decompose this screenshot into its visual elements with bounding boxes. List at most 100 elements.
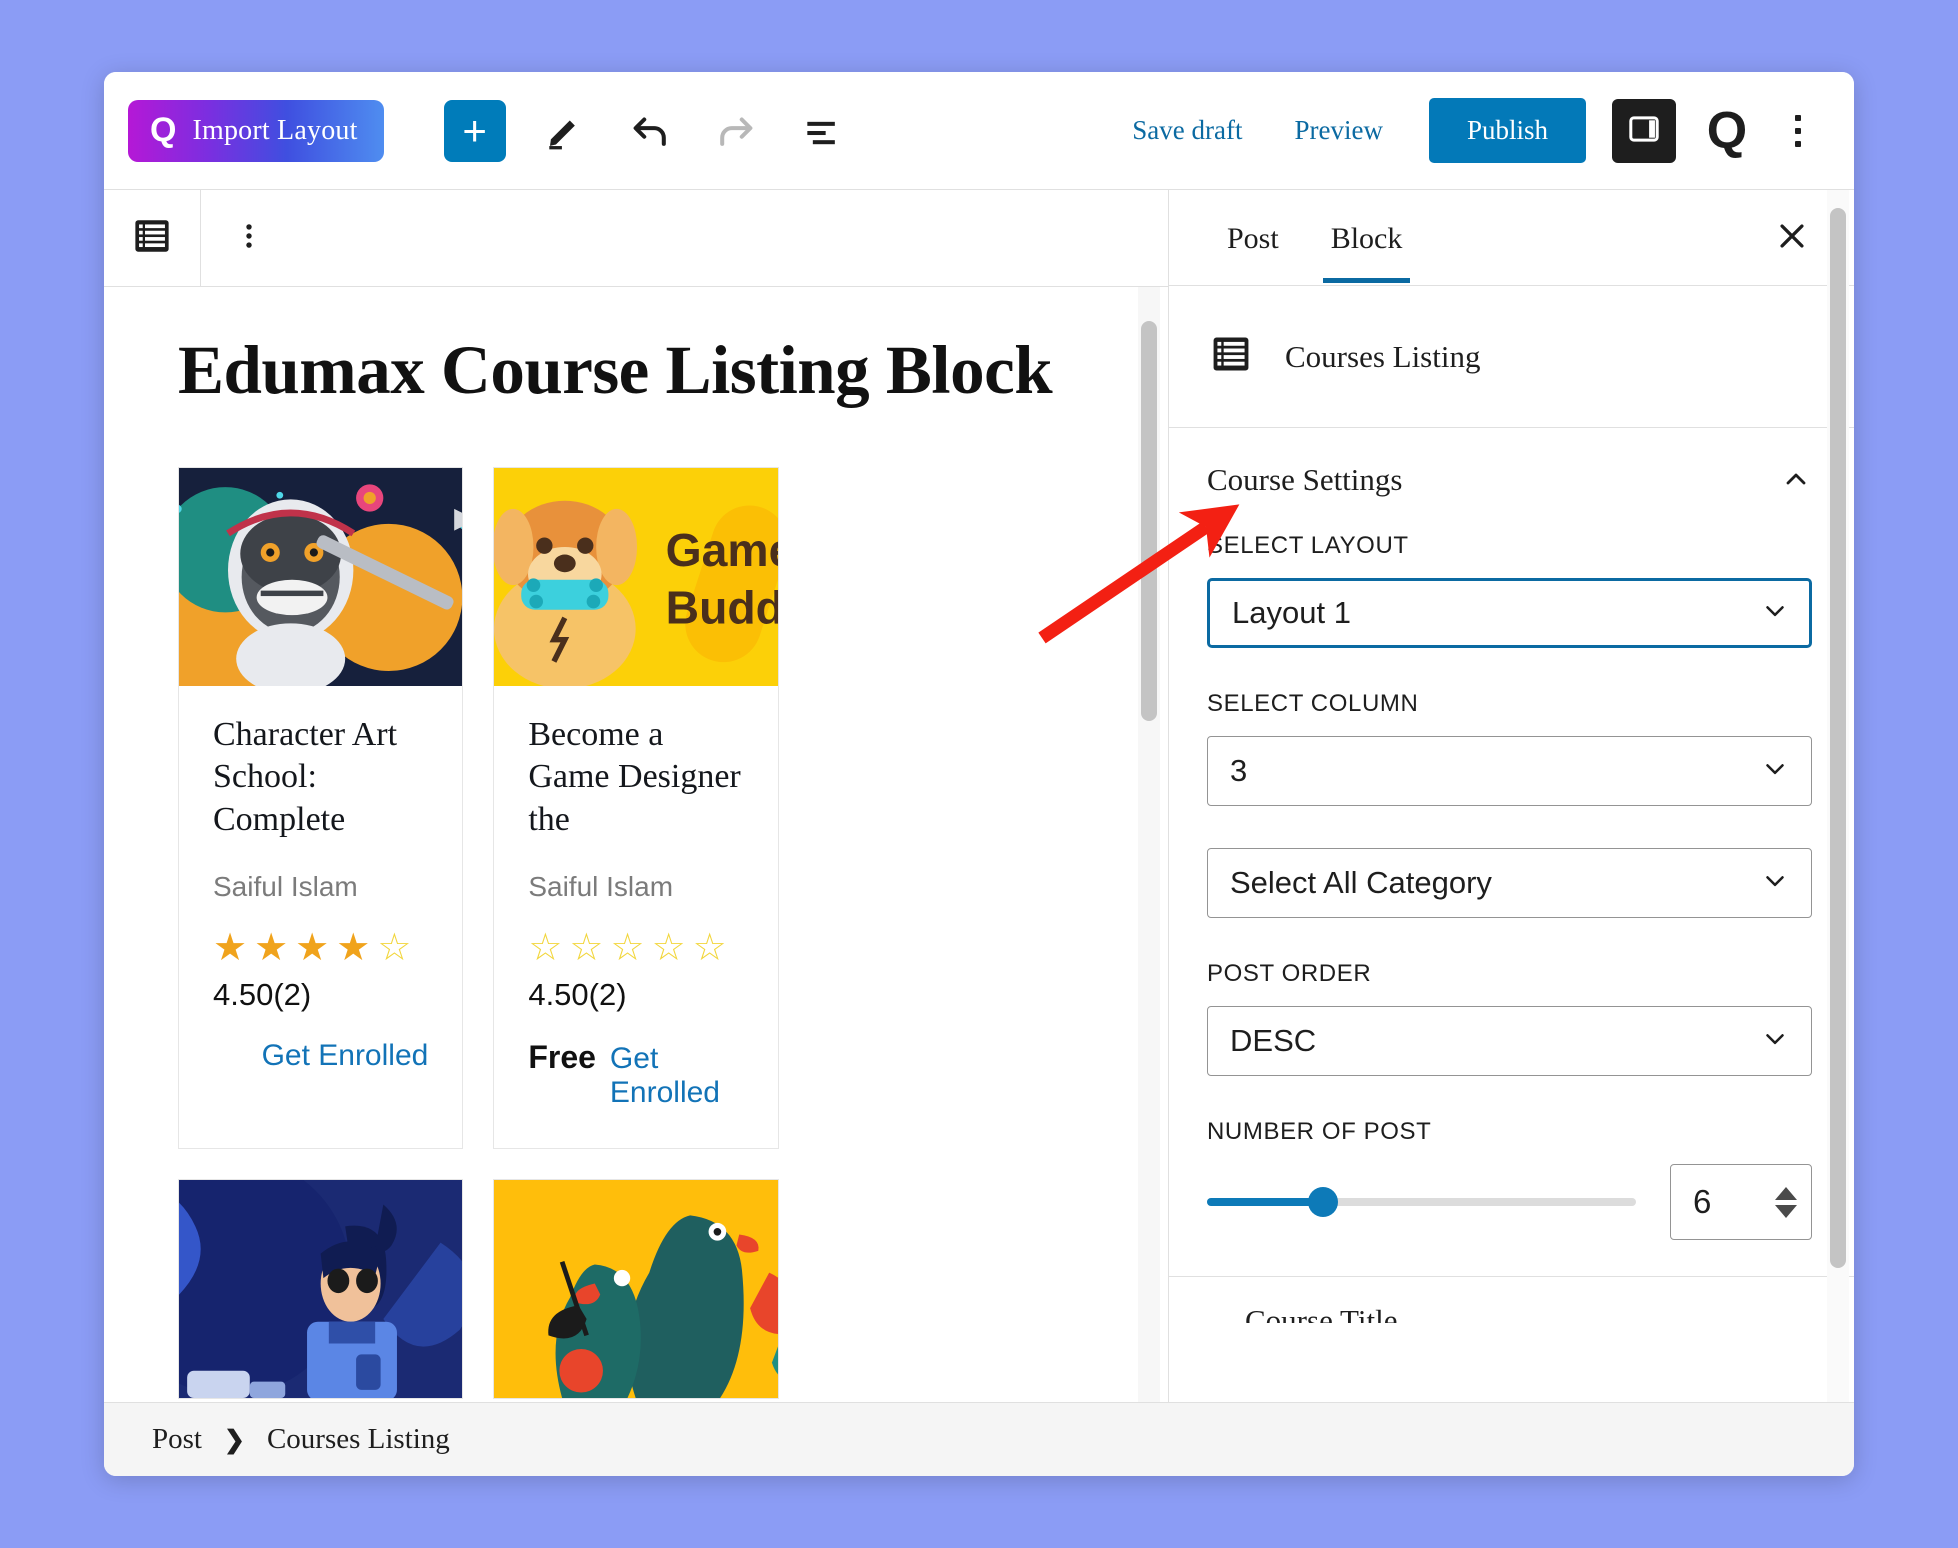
page-title[interactable]: Edumax Course Listing Block xyxy=(178,332,1094,409)
course-thumbnail-space-monkey-astronaut xyxy=(179,467,463,686)
course-enroll-row: Free Get Enrolled xyxy=(528,1039,743,1110)
number-of-post-label: NUMBER OF POST xyxy=(1207,1118,1432,1145)
close-icon xyxy=(1775,219,1809,256)
block-more-options-button[interactable] xyxy=(201,190,297,286)
stepper-up-icon[interactable] xyxy=(1775,1186,1797,1200)
redo-button[interactable] xyxy=(708,103,764,159)
number-of-post-stepper[interactable]: 6 xyxy=(1670,1164,1812,1240)
course-rating-value: 4.50(2) xyxy=(213,977,312,1013)
preview-button[interactable]: Preview xyxy=(1268,105,1408,156)
course-card[interactable] xyxy=(493,1179,779,1400)
select-column-field: 3 xyxy=(1207,736,1812,806)
sidebar-tabs: Post Block xyxy=(1169,190,1854,286)
sidebar-scrollbar-thumb[interactable] xyxy=(1830,208,1846,1268)
select-category-field: Select All Category xyxy=(1207,848,1812,918)
course-settings-panel-title: Course Settings xyxy=(1207,462,1403,497)
editor-vertical-scrollbar[interactable] xyxy=(1138,287,1160,1402)
number-of-post-control: 6 xyxy=(1207,1164,1812,1240)
star-5: ☆ xyxy=(692,927,727,970)
stepper-arrows[interactable] xyxy=(1775,1186,1811,1218)
course-thumbnail-game-buddy-dog: Game Buddy. xyxy=(494,467,778,686)
document-overview-button[interactable] xyxy=(794,103,850,159)
kebab-menu-icon xyxy=(232,219,266,258)
close-sidebar-button[interactable] xyxy=(1764,210,1820,266)
breadcrumb: Post ❯ Courses Listing xyxy=(104,1402,1854,1476)
undo-button[interactable] xyxy=(622,103,678,159)
tab-block[interactable]: Block xyxy=(1305,194,1429,283)
post-order-dropdown[interactable]: DESC xyxy=(1207,1006,1812,1076)
post-order-label: POST ORDER xyxy=(1207,960,1372,987)
number-of-post-value[interactable]: 6 xyxy=(1671,1183,1775,1221)
select-layout-field: Layout 1 xyxy=(1207,578,1812,648)
course-price: Free xyxy=(528,1039,596,1076)
post-order-field: DESC xyxy=(1207,1006,1812,1076)
course-thumbnail-night-girl-laptop xyxy=(179,1180,463,1399)
editor-canvas-column: Edumax Course Listing Block Character Ar… xyxy=(104,190,1169,1402)
star-2: ★ xyxy=(254,927,289,970)
import-layout-label: Import Layout xyxy=(192,114,358,146)
star-1: ☆ xyxy=(528,927,563,970)
editor-window: Q Import Layout + Save draft Preview Pub… xyxy=(104,72,1854,1476)
edit-mode-button[interactable] xyxy=(536,103,592,159)
publish-button[interactable]: Publish xyxy=(1428,98,1586,163)
sidebar-vertical-scrollbar[interactable] xyxy=(1827,190,1849,1402)
settings-sidebar: Post Block Courses Listing Course Settin… xyxy=(1169,190,1854,1402)
post-canvas: Edumax Course Listing Block Character Ar… xyxy=(104,287,1168,1402)
editor-tools-group: + xyxy=(443,99,850,162)
top-right-actions: Save draft Preview Publish Q xyxy=(1106,98,1826,163)
selected-block-type-button[interactable] xyxy=(104,190,201,286)
star-4: ★ xyxy=(336,927,371,970)
breadcrumb-separator-icon: ❯ xyxy=(223,1425,245,1454)
course-title[interactable]: Become a Game Designer the xyxy=(528,714,743,842)
document-overview-icon xyxy=(800,109,844,153)
kebab-menu-icon xyxy=(1795,114,1801,121)
get-enrolled-link[interactable]: Get Enrolled xyxy=(262,1039,429,1073)
more-options-button[interactable] xyxy=(1770,100,1826,162)
selected-block-name: Courses Listing xyxy=(1285,338,1481,374)
undo-arrow-icon xyxy=(627,108,673,154)
select-layout-dropdown[interactable]: Layout 1 xyxy=(1207,578,1812,648)
course-title[interactable]: Character Art School: Complete xyxy=(213,714,428,842)
star-4: ☆ xyxy=(651,927,686,970)
tab-post[interactable]: Post xyxy=(1201,194,1305,282)
courses-listing-block-icon xyxy=(1209,332,1253,381)
redo-arrow-icon xyxy=(713,108,759,154)
kebab-dot-3 xyxy=(1795,140,1801,147)
import-layout-button[interactable]: Q Import Layout xyxy=(128,99,384,162)
block-toolbar xyxy=(104,190,1168,287)
course-card[interactable]: Game Buddy. Become a Game Designer the S… xyxy=(493,466,779,1150)
pencil-icon xyxy=(543,110,585,152)
select-column-label: SELECT COLUMN xyxy=(1207,690,1419,717)
course-enroll-row: Get Enrolled xyxy=(213,1039,429,1073)
star-5: ☆ xyxy=(377,927,412,970)
select-column-dropdown[interactable]: 3 xyxy=(1207,736,1812,806)
breadcrumb-item-courses-listing[interactable]: Courses Listing xyxy=(267,1423,450,1456)
save-draft-button[interactable]: Save draft xyxy=(1106,105,1268,156)
get-enrolled-link[interactable]: Get Enrolled xyxy=(610,1042,744,1110)
add-block-button[interactable]: + xyxy=(443,99,506,162)
editor-scrollbar-thumb[interactable] xyxy=(1141,321,1157,721)
slider-knob[interactable] xyxy=(1307,1187,1338,1217)
course-card[interactable]: Character Art School: Complete Saiful Is… xyxy=(178,466,464,1150)
svg-text:Buddy.: Buddy. xyxy=(666,581,778,633)
course-settings-panel-header[interactable]: Course Settings xyxy=(1169,428,1854,532)
number-of-post-slider[interactable] xyxy=(1207,1187,1636,1217)
course-rating-stars: ☆ ☆ ☆ ☆ ☆ xyxy=(528,929,743,967)
qubely-plugin-button[interactable]: Q xyxy=(1696,100,1758,162)
star-3: ☆ xyxy=(610,927,645,970)
select-category-dropdown[interactable]: Select All Category xyxy=(1207,848,1812,918)
course-title-panel-header[interactable]: Course Title xyxy=(1207,1277,1812,1323)
slider-fill xyxy=(1207,1198,1323,1206)
stepper-down-icon[interactable] xyxy=(1775,1204,1797,1218)
settings-sidebar-toggle-button[interactable] xyxy=(1612,98,1676,163)
star-3: ★ xyxy=(295,927,330,970)
breadcrumb-item-post[interactable]: Post xyxy=(152,1423,202,1456)
editor-body: Edumax Course Listing Block Character Ar… xyxy=(104,190,1854,1402)
kebab-dot-2 xyxy=(1795,127,1801,134)
course-author: Saiful Islam xyxy=(528,871,674,903)
course-settings-panel-body: SELECT LAYOUT Layout 1 SELECT COLUMN 3 S… xyxy=(1169,532,1854,1402)
courses-listing-grid: Character Art School: Complete Saiful Is… xyxy=(178,466,1094,1400)
svg-text:Game: Game xyxy=(666,524,778,576)
course-thumbnail-birds-yellow xyxy=(494,1180,778,1399)
course-card[interactable] xyxy=(178,1179,464,1400)
